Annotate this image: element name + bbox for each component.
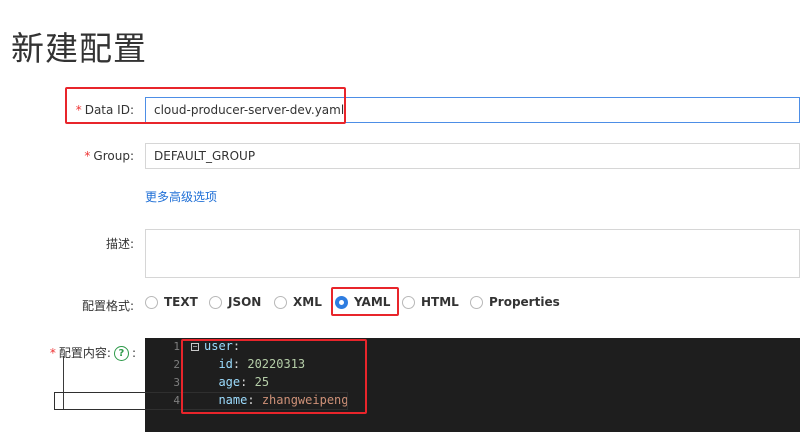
group-label: Group:	[93, 149, 134, 163]
yaml-highlight-box	[331, 287, 399, 316]
format-option-label: TEXT	[164, 295, 198, 309]
format-label: 配置格式:	[81, 299, 134, 313]
format-option-label: JSON	[228, 295, 262, 309]
group-input[interactable]: DEFAULT_GROUP	[145, 143, 800, 169]
advanced-options-link[interactable]: 更多高级选项	[145, 188, 217, 205]
format-option-label: XML	[293, 295, 322, 309]
radio-dot	[470, 295, 483, 309]
page-title: 新建配置	[11, 29, 147, 68]
group-value: DEFAULT_GROUP	[154, 149, 256, 163]
format-radio-properties[interactable]: Properties	[470, 295, 560, 309]
content-label: 配置内容:	[58, 346, 111, 360]
description-textarea[interactable]	[145, 229, 800, 278]
required-asterisk: *	[49, 346, 56, 360]
format-radio-text[interactable]: TEXT	[145, 295, 198, 309]
group-label-row: * Group:	[70, 149, 134, 163]
content-label-colon: :	[131, 346, 136, 360]
format-radio-xml[interactable]: XML	[274, 295, 322, 309]
description-label: 描述:	[105, 237, 134, 251]
line-number: 3	[173, 376, 180, 389]
format-radio-html[interactable]: HTML	[402, 295, 459, 309]
radio-dot	[274, 295, 287, 309]
content-label-row: * 配置内容:?:	[44, 344, 136, 361]
radio-dot	[209, 295, 222, 309]
editor-highlight-box	[181, 339, 367, 414]
line-number: 2	[173, 358, 180, 371]
question-circle-icon[interactable]: ?	[113, 346, 129, 361]
data-id-highlight-box	[65, 87, 346, 124]
editor-gutter: 1 2 3 4	[145, 338, 183, 432]
radio-dot	[145, 295, 158, 309]
required-asterisk: *	[84, 149, 91, 163]
radio-dot	[402, 295, 415, 309]
format-radio-json[interactable]: JSON	[209, 295, 261, 309]
format-option-label: HTML	[421, 295, 459, 309]
line-number: 1	[173, 340, 180, 353]
format-option-label: Properties	[489, 295, 560, 309]
